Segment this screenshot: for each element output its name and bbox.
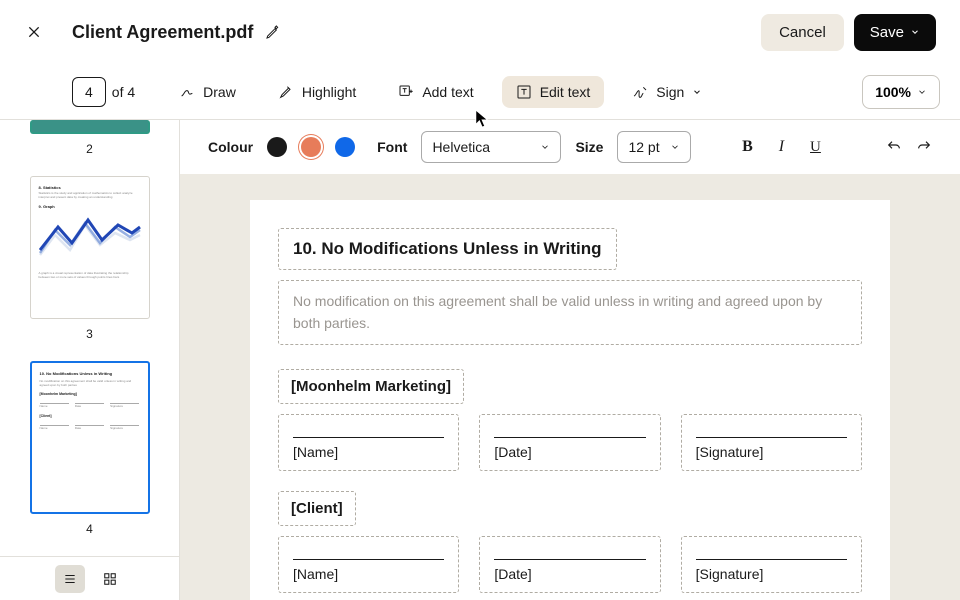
current-page-input[interactable]: 4 (72, 77, 106, 107)
save-button[interactable]: Save (854, 14, 936, 51)
party1-date-field[interactable]: [Date] (479, 414, 660, 471)
chevron-down-icon (692, 87, 702, 97)
chevron-down-icon (917, 87, 927, 97)
chevron-down-icon (540, 142, 550, 152)
underline-button[interactable]: U (805, 137, 825, 157)
color-blue[interactable] (335, 137, 355, 157)
page-total: of 4 (112, 84, 135, 100)
font-label: Font (377, 139, 407, 155)
color-orange[interactable] (301, 137, 321, 157)
undo-icon[interactable] (886, 139, 902, 155)
party2-signature-field[interactable]: [Signature] (681, 536, 862, 593)
section-title[interactable]: 10. No Modifications Unless in Writing (293, 239, 602, 259)
thumbnail-3[interactable]: 8. Statistics Statistics is the study an… (30, 176, 150, 319)
thumb-label: 3 (86, 327, 93, 341)
thumbnail-sidebar: 2 8. Statistics Statistics is the study … (0, 120, 180, 600)
rename-icon[interactable] (265, 24, 281, 40)
grid-icon (103, 572, 117, 586)
tool-sign[interactable]: Sign (618, 76, 716, 108)
size-label: Size (575, 139, 603, 155)
colour-label: Colour (208, 139, 253, 155)
party2-name-field[interactable]: [Name] (278, 536, 459, 593)
tool-add-text[interactable]: Add text (384, 76, 487, 108)
chevron-down-icon (670, 142, 680, 152)
thumb-label: 2 (86, 142, 93, 156)
list-icon (63, 572, 77, 586)
tool-highlight[interactable]: Highlight (264, 76, 370, 108)
tool-draw[interactable]: Draw (165, 76, 250, 108)
party-1-label[interactable]: [Moonhelm Marketing] (278, 369, 464, 404)
section-body[interactable]: No modification on this agreement shall … (293, 291, 847, 334)
bold-button[interactable]: B (737, 137, 757, 157)
cancel-button[interactable]: Cancel (761, 14, 844, 51)
italic-button[interactable]: I (771, 137, 791, 157)
party2-date-field[interactable]: [Date] (479, 536, 660, 593)
tool-edit-text[interactable]: Edit text (502, 76, 605, 108)
add-text-icon (398, 84, 414, 100)
party-2-label[interactable]: [Client] (278, 491, 356, 526)
sign-icon (632, 84, 648, 100)
size-select[interactable]: 12 pt (617, 131, 691, 163)
color-black[interactable] (267, 137, 287, 157)
redo-icon[interactable] (916, 139, 932, 155)
thumbnail-2[interactable] (30, 120, 150, 134)
close-icon (26, 24, 42, 40)
zoom-button[interactable]: 100% (862, 75, 940, 109)
chevron-down-icon (910, 27, 920, 37)
view-grid-button[interactable] (95, 565, 125, 593)
save-label: Save (870, 24, 904, 41)
page-content: 10. No Modifications Unless in Writing N… (250, 200, 890, 600)
font-select[interactable]: Helvetica (421, 131, 561, 163)
document-title: Client Agreement.pdf (72, 22, 253, 43)
document-canvas[interactable]: 10. No Modifications Unless in Writing N… (180, 174, 960, 600)
close-button[interactable] (24, 22, 44, 42)
mini-chart-icon (39, 215, 141, 265)
thumb-label: 4 (86, 522, 93, 536)
view-list-button[interactable] (55, 565, 85, 593)
party1-name-field[interactable]: [Name] (278, 414, 459, 471)
party1-signature-field[interactable]: [Signature] (681, 414, 862, 471)
thumbnail-4[interactable]: 10. No Modifications Unless in Writing N… (30, 361, 150, 514)
draw-icon (179, 84, 195, 100)
highlight-icon (278, 84, 294, 100)
edit-text-icon (516, 84, 532, 100)
